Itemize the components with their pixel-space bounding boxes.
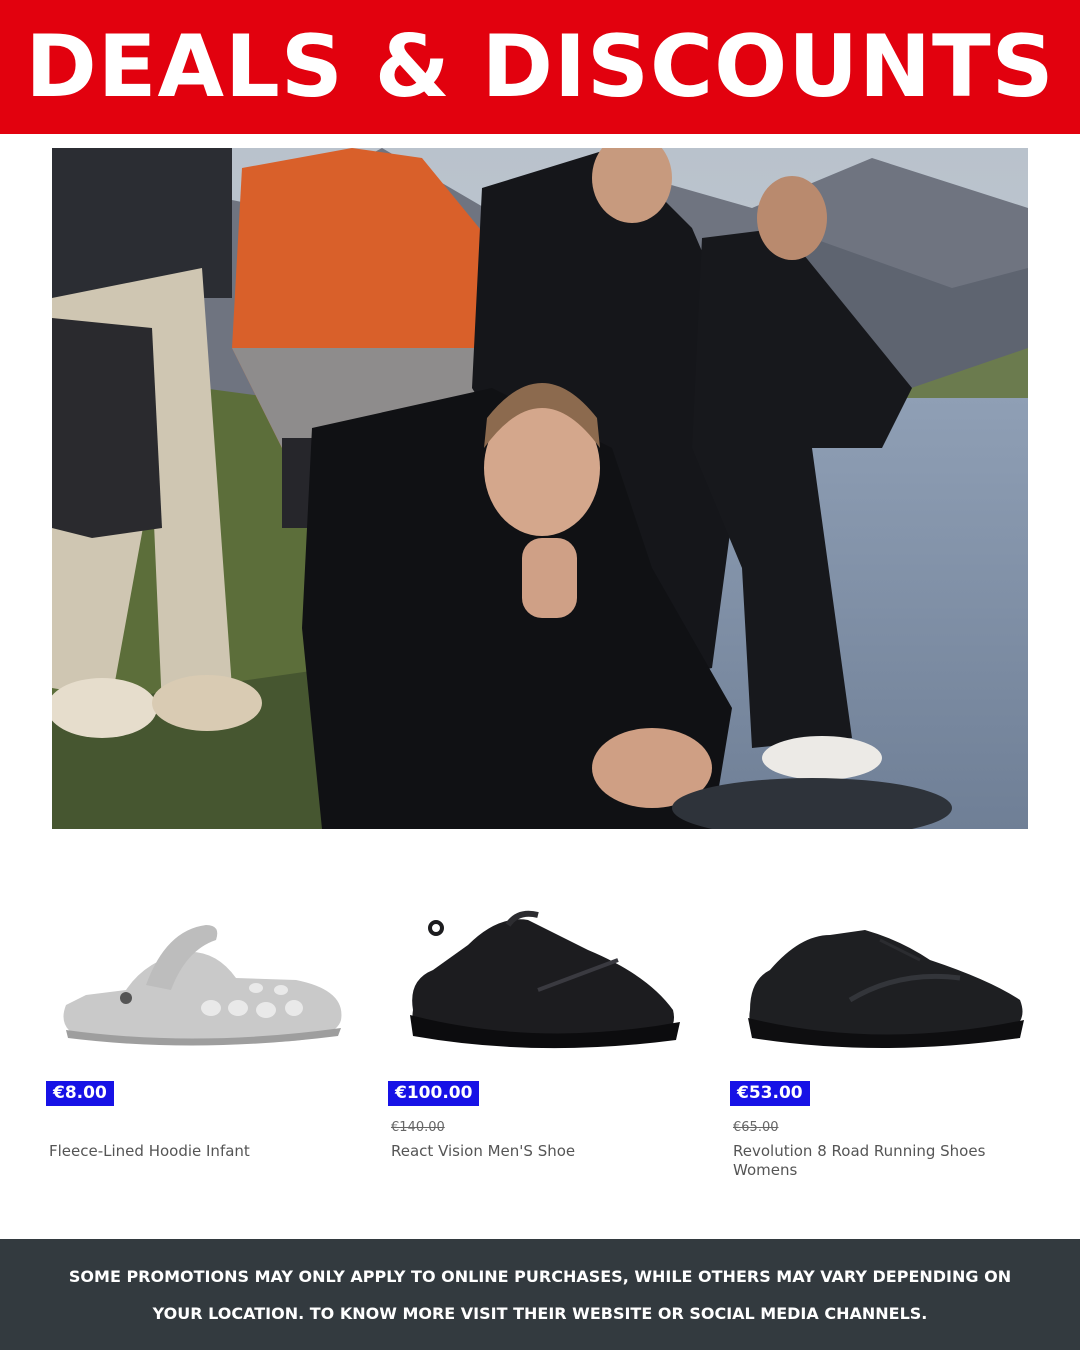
product-card[interactable]: €53.00 €65.00 Revolution 8 Road Running … xyxy=(730,870,1050,1200)
disclaimer-text: SOME PROMOTIONS MAY ONLY APPLY TO ONLINE… xyxy=(68,1266,1012,1323)
product-name[interactable]: Revolution 8 Road Running Shoes Womens xyxy=(733,1142,1033,1180)
sale-price: €53.00 xyxy=(730,1081,810,1106)
product-image-running-shoe[interactable] xyxy=(730,890,1050,1070)
disclaimer-footer: SOME PROMOTIONS MAY ONLY APPLY TO ONLINE… xyxy=(0,1239,1080,1350)
original-price: €65.00 xyxy=(733,1120,779,1135)
product-card[interactable]: €100.00 €140.00 React Vision Men'S Shoe xyxy=(388,870,708,1200)
product-card[interactable]: €8.00 Fleece-Lined Hoodie Infant xyxy=(46,870,366,1200)
deals-banner: DEALS & DISCOUNTS xyxy=(0,0,1080,134)
sale-price: €100.00 xyxy=(388,1081,480,1106)
original-price: €140.00 xyxy=(391,1120,445,1135)
product-image-sneaker[interactable] xyxy=(388,890,708,1070)
hero-image xyxy=(52,148,1028,829)
product-image-clog[interactable] xyxy=(46,890,366,1070)
product-name[interactable]: Fleece-Lined Hoodie Infant xyxy=(49,1142,349,1161)
product-name[interactable]: React Vision Men'S Shoe xyxy=(391,1142,691,1161)
banner-title: DEALS & DISCOUNTS xyxy=(25,17,1055,117)
product-grid: €8.00 Fleece-Lined Hoodie Infant €100.00… xyxy=(0,870,1080,1210)
sale-price: €8.00 xyxy=(46,1081,114,1106)
